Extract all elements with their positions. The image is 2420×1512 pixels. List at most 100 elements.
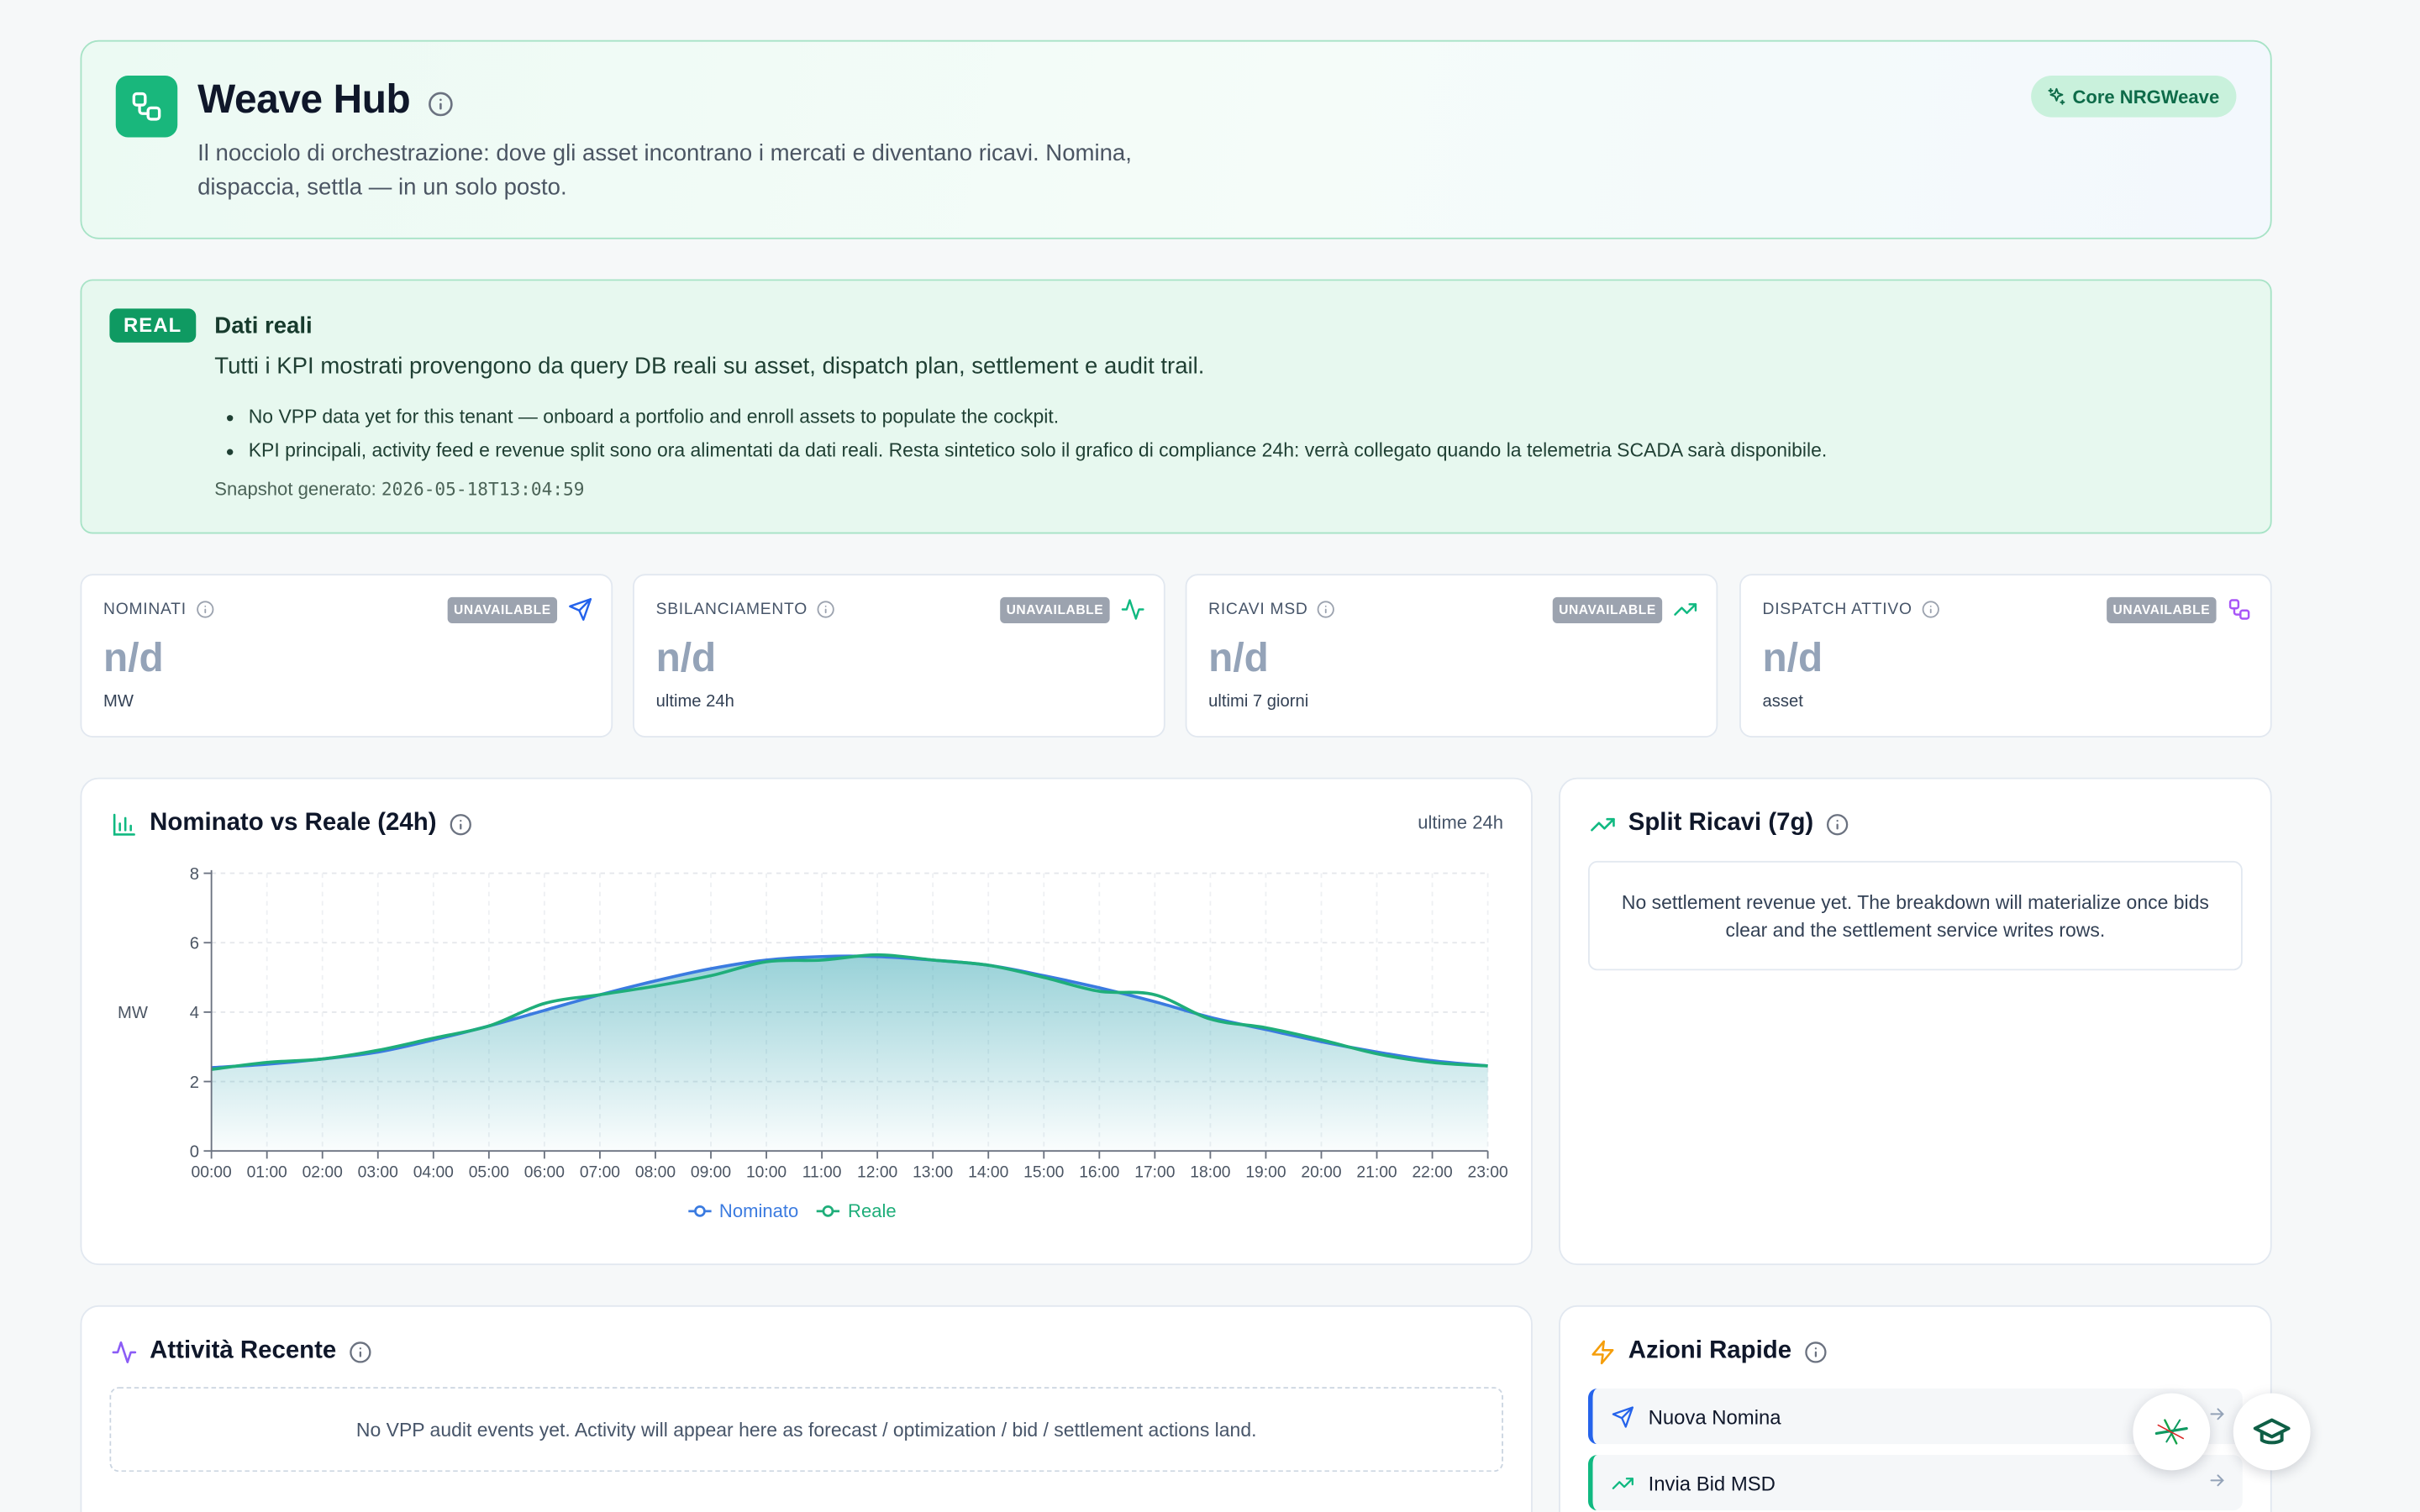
x-tick-label: 12:00 <box>857 1163 897 1181</box>
kpi-card-dispatch-attivo: DISPATCH ATTIVO UNAVAILABLE n/d asset <box>1739 574 2272 738</box>
real-data-description: Tutti i KPI mostrati provengono da query… <box>214 353 1205 380</box>
x-tick-label: 15:00 <box>1023 1163 1064 1181</box>
sparkle-icon <box>2154 1419 2188 1445</box>
activity-title: Attività Recente <box>150 1337 337 1364</box>
snapshot-info: Snapshot generato: 2026-05-18T13:04:59 <box>214 478 584 500</box>
x-tick-label: 11:00 <box>802 1163 842 1181</box>
send-icon <box>568 597 592 630</box>
status-badge: UNAVAILABLE <box>1552 596 1663 624</box>
send-icon <box>1612 1405 1634 1427</box>
snapshot-timestamp: 2026-05-18T13:04:59 <box>381 478 585 501</box>
arrow-right-icon <box>2210 1474 2224 1487</box>
status-badge: UNAVAILABLE <box>447 596 558 624</box>
workflow-icon <box>2227 597 2251 630</box>
kpi-subtitle: asset <box>1762 692 1803 711</box>
trending-up-icon <box>1588 810 1616 837</box>
x-tick-label: 04:00 <box>413 1163 454 1181</box>
legend-item[interactable]: Reale <box>817 1200 897 1222</box>
info-icon[interactable] <box>349 1340 372 1363</box>
y-tick-label: 4 <box>190 1004 199 1022</box>
info-icon[interactable] <box>428 91 454 124</box>
kpi-label: RICAVI MSD <box>1208 600 1308 619</box>
x-tick-label: 14:00 <box>968 1163 1008 1181</box>
kpi-subtitle: ultimi 7 giorni <box>1208 692 1309 711</box>
legend-label: Reale <box>848 1200 897 1222</box>
legend-label: Nominato <box>718 1200 799 1222</box>
activity-panel: Attività Recente No VPP audit events yet… <box>80 1305 1533 1512</box>
real-data-note: KPI principali, activity feed e revenue … <box>249 438 1828 472</box>
x-tick-label: 22:00 <box>1412 1163 1452 1181</box>
x-tick-label: 16:00 <box>1079 1163 1119 1181</box>
activity-icon <box>1120 597 1144 630</box>
status-badge: UNAVAILABLE <box>2107 596 2217 624</box>
x-tick-label: 06:00 <box>524 1163 565 1181</box>
action-invia-bid-msd[interactable]: Invia Bid MSD <box>1588 1455 2243 1511</box>
y-tick-label: 8 <box>190 865 199 884</box>
info-icon[interactable] <box>1318 600 1336 618</box>
graduation-cap-icon <box>2253 1418 2291 1445</box>
x-tick-label: 23:00 <box>1468 1163 1508 1181</box>
info-icon[interactable] <box>1804 1340 1828 1363</box>
kpi-value: n/d <box>103 633 164 681</box>
revenue-title: Split Ricavi (7g) <box>1628 810 1814 837</box>
real-data-notes: No VPP data yet for this tenant — onboar… <box>249 404 1828 472</box>
real-data-note: No VPP data yet for this tenant — onboar… <box>249 404 1828 438</box>
info-icon[interactable] <box>196 600 214 618</box>
y-axis-label: MW <box>118 1004 148 1022</box>
actions-title: Azioni Rapide <box>1628 1337 1792 1364</box>
kpi-subtitle: ultime 24h <box>655 692 734 711</box>
x-tick-label: 18:00 <box>1190 1163 1230 1181</box>
kpi-subtitle: MW <box>103 692 134 711</box>
chart: 0 2 4 6 8 00:00 01:00 02:00 03:00 04:00 05:00 06:00… <box>118 865 1508 1181</box>
y-tick-label: 0 <box>190 1143 199 1162</box>
core-badge: Core NRGWeave <box>2030 76 2237 118</box>
kpi-value: n/d <box>1762 633 1823 681</box>
x-tick-label: 09:00 <box>691 1163 731 1181</box>
kpi-card-nominati: NOMINATI UNAVAILABLE n/d MW <box>80 574 613 738</box>
real-badge: REAL <box>109 308 196 343</box>
trending-up-icon <box>1673 597 1697 630</box>
action-label: Nuova Nomina <box>1648 1404 1781 1428</box>
x-tick-label: 17:00 <box>1134 1163 1175 1181</box>
x-tick-label: 01:00 <box>247 1163 287 1181</box>
kpi-value: n/d <box>655 633 717 681</box>
action-label: Invia Bid MSD <box>1648 1471 1776 1494</box>
zap-icon <box>1588 1337 1616 1365</box>
real-data-notice: REAL Dati reali Tutti i KPI mostrati pro… <box>80 279 2272 534</box>
status-badge: UNAVAILABLE <box>1000 596 1110 624</box>
page-description: Il nocciolo di orchestrazione: dove gli … <box>197 140 1132 201</box>
series-area <box>211 956 1488 1152</box>
x-tick-label: 07:00 <box>580 1163 620 1181</box>
kpi-label: SBILANCIAMENTO <box>655 600 808 619</box>
academy-button[interactable] <box>2233 1393 2311 1471</box>
kpi-value: n/d <box>1208 633 1269 681</box>
revenue-empty-state: No settlement revenue yet. The breakdown… <box>1588 860 2243 971</box>
x-tick-label: 00:00 <box>192 1163 232 1181</box>
sparkles-icon <box>2048 87 2065 105</box>
page-title: Weave Hub <box>197 76 411 123</box>
x-tick-label: 08:00 <box>635 1163 676 1181</box>
trending-up-icon <box>1612 1477 1634 1488</box>
activity-icon <box>109 1337 137 1365</box>
info-icon[interactable] <box>817 600 835 618</box>
info-icon[interactable] <box>1922 600 1940 618</box>
assistant-button[interactable] <box>2133 1393 2211 1471</box>
x-tick-label: 13:00 <box>913 1163 953 1181</box>
x-tick-label: 03:00 <box>358 1163 398 1181</box>
y-tick-label: 2 <box>190 1074 199 1092</box>
info-icon[interactable] <box>1826 812 1849 836</box>
x-tick-label: 21:00 <box>1356 1163 1397 1181</box>
revenue-panel: Split Ricavi (7g) No settlement revenue … <box>1559 777 2272 1266</box>
real-data-title: Dati reali <box>214 312 313 340</box>
chart-panel: Nominato vs Reale (24h) ultime 24h 02468… <box>80 777 1533 1266</box>
kpi-card-ricavi-msd: RICAVI MSD UNAVAILABLE n/d ultimi 7 gior… <box>1185 574 1718 738</box>
workflow-icon <box>115 76 178 138</box>
kpi-card-sbilanciamento: SBILANCIAMENTO UNAVAILABLE n/d ultime 24… <box>633 574 1165 738</box>
hub-header: Weave Hub Il nocciolo di orchestrazione:… <box>80 39 2272 239</box>
activity-empty-state: No VPP audit events yet. Activity will a… <box>109 1387 1503 1473</box>
x-tick-label: 05:00 <box>469 1163 509 1181</box>
x-tick-label: 10:00 <box>746 1163 786 1181</box>
chart-legend: Nominato Reale <box>688 1200 897 1222</box>
legend-item[interactable]: Nominato <box>688 1200 798 1222</box>
x-tick-label: 02:00 <box>302 1163 343 1181</box>
